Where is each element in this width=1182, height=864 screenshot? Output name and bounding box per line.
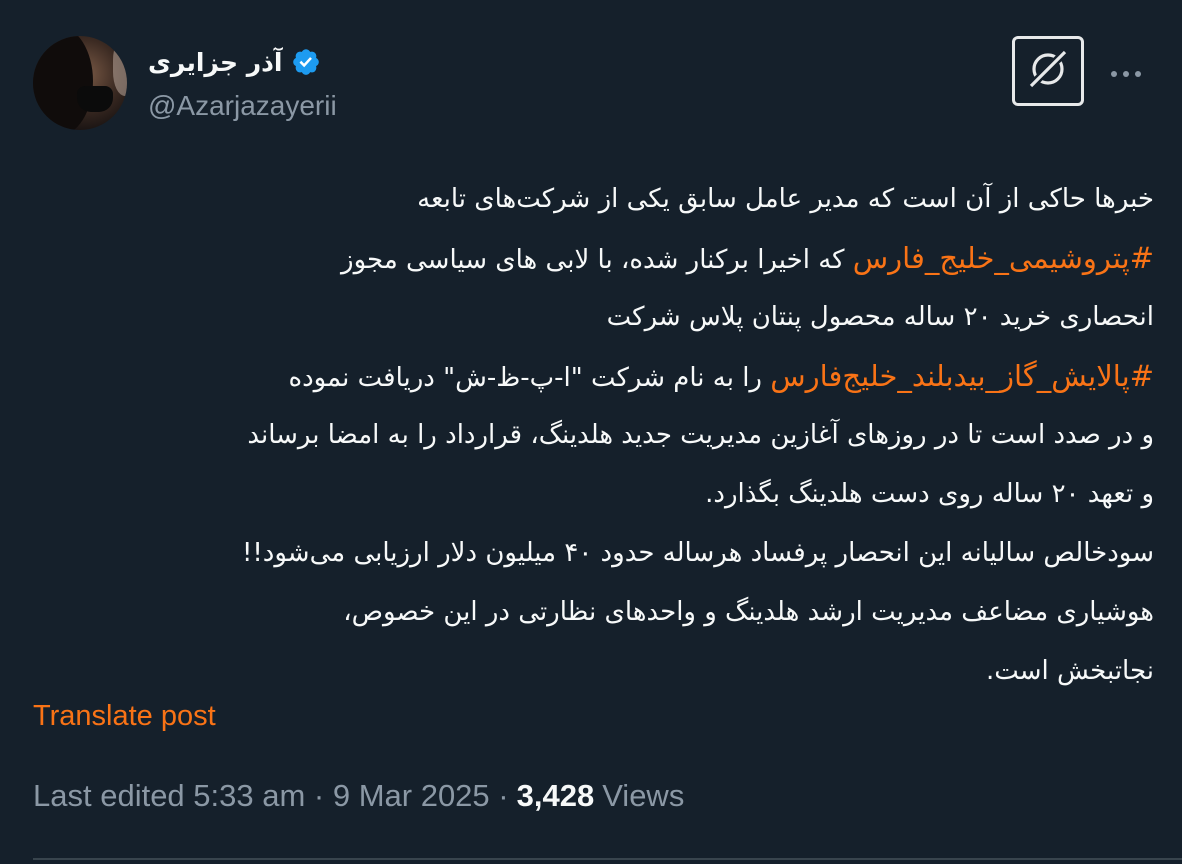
tweet-text-line: هوشیاری مضاعف مدیریت ارشد هلدینگ و واحده… [30, 583, 1154, 642]
tweet-text-segment: و در صدد است تا در روزهای آغازین مدیریت … [247, 420, 1154, 450]
tweet-text-segment: و تعهد ۲۰ ساله روی دست هلدینگ بگذارد. [705, 479, 1154, 509]
avatar-hair-shape [33, 36, 93, 130]
divider [33, 858, 1182, 860]
tweet-text-segment: نجاتبخش است. [985, 656, 1154, 686]
hashtag-link[interactable]: #پالایش_گاز_بیدبلند_خلیج‌فارس [770, 359, 1154, 393]
views-count: 3,428 [516, 778, 595, 813]
grok-button[interactable] [1012, 36, 1084, 106]
tweet-text-line: #پتروشیمی_خلیج_فارس که اخیرا برکنار شده،… [30, 229, 1154, 288]
tweet-text: خبرها حاکی از آن است که مدیر عامل سابق ی… [30, 170, 1154, 701]
tweet-text-line: خبرها حاکی از آن است که مدیر عامل سابق ی… [30, 170, 1154, 229]
avatar[interactable] [33, 36, 127, 130]
tweet-text-segment: خبرها حاکی از آن است که مدیر عامل سابق ی… [417, 184, 1154, 214]
tweet-text-line: #پالایش_گاز_بیدبلند_خلیج‌فارس را به نام … [30, 347, 1154, 406]
tweet-text-line: نجاتبخش است. [30, 642, 1154, 701]
tweet-detail: آذر جزایری @Azarjazayerii خبرها حاکی از … [0, 0, 1182, 864]
avatar-light-shape [113, 36, 127, 96]
hashtag-link[interactable]: #پتروشیمی_خلیج_فارس [853, 241, 1154, 275]
author-handle[interactable]: @Azarjazayerii [148, 90, 337, 122]
tweet-text-line: سودخالص سالیانه این انحصار پرفساد هرساله… [30, 524, 1154, 583]
tweet-text-segment: هوشیاری مضاعف مدیریت ارشد هلدینگ و واحده… [343, 597, 1154, 627]
author-display-name[interactable]: آذر جزایری [148, 48, 283, 77]
tweet-text-line: و در صدد است تا در روزهای آغازین مدیریت … [30, 406, 1154, 465]
tweet-text-segment: که اخیرا برکنار شده، با لابی های سیاسی م… [341, 245, 853, 275]
tweet-text-segment: انحصاری خرید ۲۰ ساله محصول پنتان پلاس شر… [606, 302, 1154, 332]
more-horizontal-icon [1108, 64, 1144, 83]
translate-post-link[interactable]: Translate post [33, 700, 216, 733]
tweet-meta: Last edited 5:33 am · 9 Mar 2025 · 3,428… [33, 778, 684, 814]
grok-icon [1025, 46, 1071, 96]
verified-badge-icon [291, 47, 321, 77]
more-options-button[interactable] [1104, 56, 1148, 90]
tweet-text-segment: را به نام شرکت "ا-پ-ظ-ش" دریافت نموده [288, 363, 771, 393]
edited-timestamp[interactable]: Last edited 5:33 am · 9 Mar 2025 · [33, 778, 509, 814]
views-label: Views [602, 778, 685, 813]
tweet-text-line: و تعهد ۲۰ ساله روی دست هلدینگ بگذارد. [30, 465, 1154, 524]
tweet-text-line: انحصاری خرید ۲۰ ساله محصول پنتان پلاس شر… [30, 288, 1154, 347]
author-name-row[interactable]: آذر جزایری [148, 42, 321, 82]
tweet-text-segment: سودخالص سالیانه این انحصار پرفساد هرساله… [241, 538, 1154, 568]
avatar-mask-shape [77, 86, 113, 112]
